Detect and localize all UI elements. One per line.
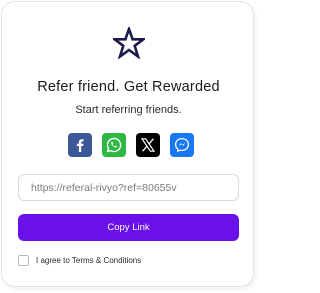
share-buttons [68,133,194,157]
messenger-share-button[interactable] [170,133,194,157]
terms-agreement: I agree to Terms & Conditions [18,255,141,266]
page-subtitle: Start referring friends. [75,104,182,116]
star-logo-icon [110,25,148,60]
x-icon [140,138,156,152]
page-title: Refer friend. Get Rewarded [37,79,220,95]
referral-card: Refer friend. Get Rewarded Start referri… [1,1,254,287]
whatsapp-icon [106,137,122,153]
messenger-icon [174,137,190,153]
copy-link-button[interactable]: Copy Link [18,214,239,241]
referral-link-field[interactable] [18,174,239,201]
facebook-share-button[interactable] [68,133,92,157]
terms-label[interactable]: I agree to Terms & Conditions [36,256,141,265]
whatsapp-share-button[interactable] [102,133,126,157]
facebook-icon [76,139,84,152]
terms-checkbox[interactable] [18,255,29,266]
x-share-button[interactable] [136,133,160,157]
